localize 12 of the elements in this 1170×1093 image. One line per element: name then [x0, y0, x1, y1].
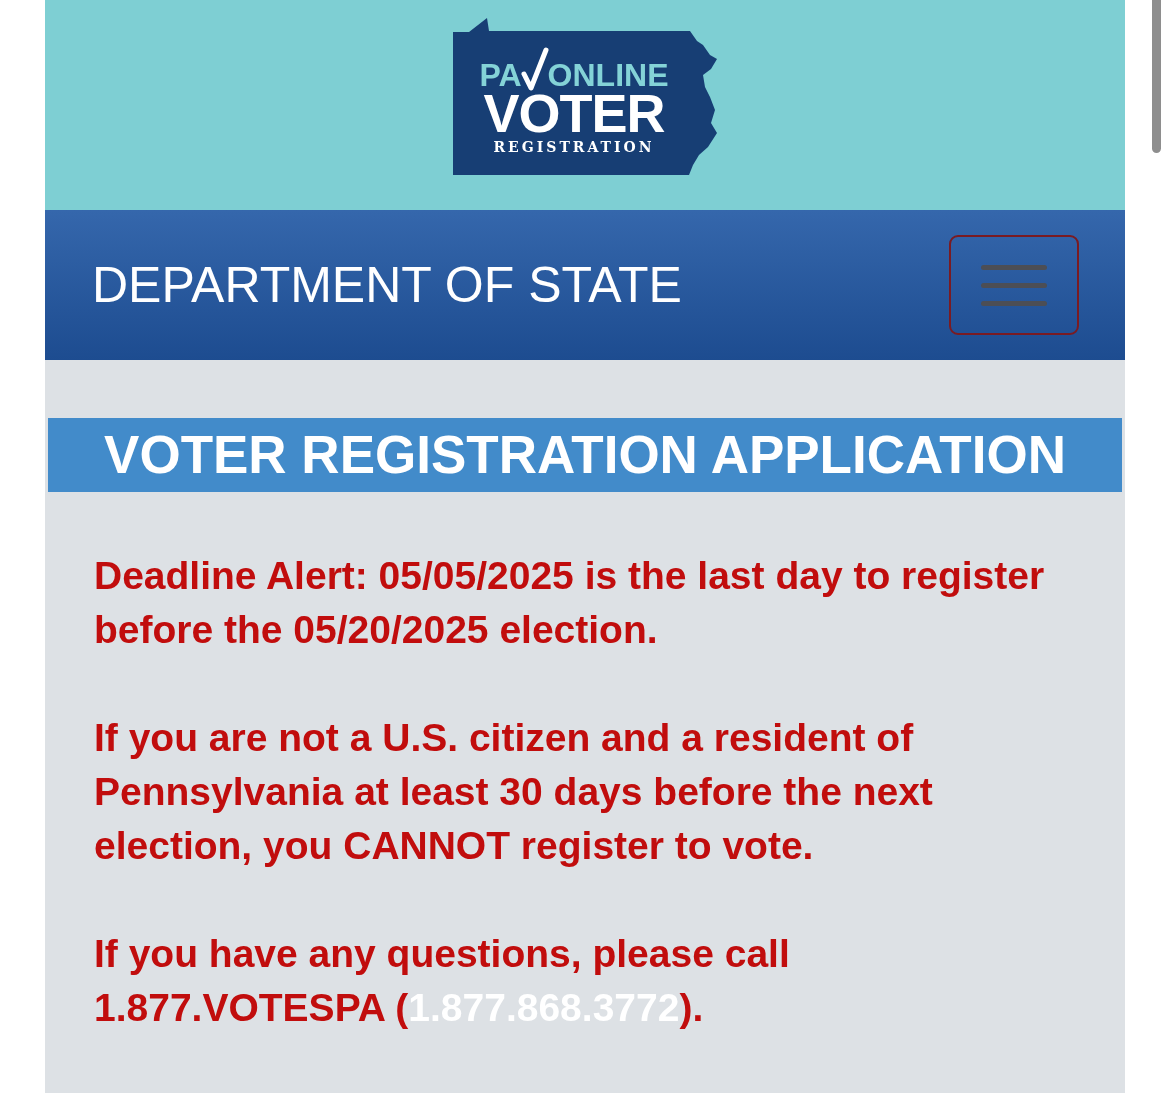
logo-registration-text: REGISTRATION [493, 140, 655, 155]
logo-online-text: ONLINE [547, 59, 669, 91]
logo-state-text: PA [479, 59, 522, 91]
logo-voter-text: VOTER [483, 91, 665, 135]
page-title-bar: VOTER REGISTRATION APPLICATION [48, 418, 1122, 492]
notice-text: Deadline Alert: 05/05/2025 is the last day to register before the 05/20/2025 election. [94, 553, 1046, 653]
menu-icon [981, 264, 1047, 306]
site-title: DEPARTMENT OF STATE [92, 256, 682, 315]
menu-button[interactable] [949, 235, 1079, 335]
scrollbar-thumb[interactable] [1152, 0, 1161, 153]
notice-text: If you are not a U.S. citizen and a resident of Pennsylvania at least 30 days before the next election, you CANNOT register to vote. [94, 715, 934, 869]
check-icon [520, 47, 549, 91]
